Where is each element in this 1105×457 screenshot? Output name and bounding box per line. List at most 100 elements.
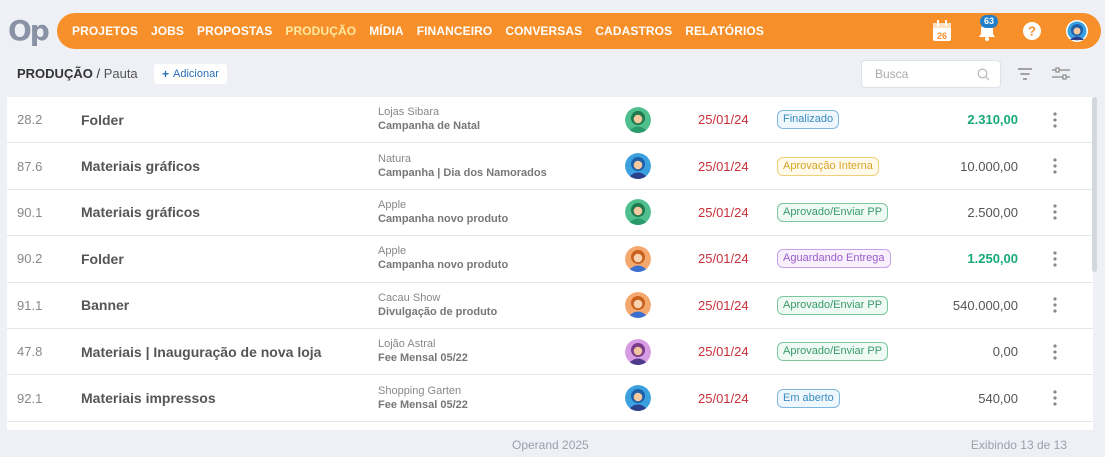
row-date: 25/01/24 — [698, 344, 749, 360]
status-badge[interactable]: Finalizado — [777, 110, 840, 130]
table-row[interactable]: 28.2 Folder Lojas Sibara Campanha de Nat… — [7, 97, 1093, 144]
status-badge[interactable]: Aguardando Entrega — [777, 249, 891, 269]
row-avatar[interactable] — [625, 97, 651, 142]
row-client: Shopping Garten — [378, 384, 462, 397]
row-value: 2.500,00 — [967, 204, 1018, 220]
row-status[interactable]: Aguardando Entrega — [777, 236, 891, 281]
help-icon[interactable]: ? — [1020, 19, 1044, 43]
row-menu-icon[interactable] — [1053, 97, 1057, 142]
row-status[interactable]: Aprovado/Enviar PP — [777, 329, 889, 374]
row-avatar[interactable] — [625, 236, 651, 281]
avatar — [625, 245, 651, 272]
row-client-block: Lojão Astral Fee Mensal 05/22 — [378, 329, 468, 374]
row-menu-icon[interactable] — [1053, 329, 1057, 374]
nav-item-cadastros[interactable]: CADASTROS — [595, 24, 672, 38]
row-campaign: Campanha novo produto — [378, 259, 509, 272]
table-row[interactable]: 87.6 Materiais gráficos Natura Campanha … — [7, 143, 1093, 190]
row-status[interactable]: Aprovado/Enviar PP — [777, 283, 889, 328]
search-box[interactable] — [861, 60, 1001, 88]
row-client-block: Apple Campanha novo produto — [378, 236, 508, 281]
filter-icon[interactable] — [1017, 67, 1033, 86]
nav-item-conversas[interactable]: CONVERSAS — [505, 24, 582, 38]
status-badge[interactable]: Aprovado/Enviar PP — [777, 202, 889, 222]
row-avatar[interactable] — [625, 143, 651, 188]
row-date: 25/01/24 — [698, 297, 749, 313]
nav-item-producao[interactable]: PRODUÇÃO — [285, 24, 356, 38]
table-row[interactable]: 47.8 Materiais | Inauguração de nova loj… — [7, 329, 1093, 376]
row-menu-icon[interactable] — [1053, 143, 1057, 188]
row-value: 0,00 — [992, 344, 1018, 360]
row-code: 92.1 — [17, 390, 43, 406]
breadcrumb-section[interactable]: PRODUÇÃO — [17, 66, 93, 81]
row-title[interactable]: Banner — [81, 283, 129, 328]
notification-bell-icon[interactable]: 63 — [975, 15, 999, 43]
row-title[interactable]: Folder — [81, 97, 124, 142]
table-row[interactable]: 90.1 Materiais gráficos Apple Campanha n… — [7, 190, 1093, 237]
status-badge[interactable]: Aprovado/Enviar PP — [777, 342, 889, 362]
row-title[interactable]: Materiais gráficos — [81, 190, 200, 235]
top-navbar: PROJETOS JOBS PROPOSTAS PRODUÇÃO MÍDIA F… — [57, 13, 1101, 49]
table-row[interactable]: 92.1 Materiais impressos Shopping Garten… — [7, 375, 1093, 422]
status-badge[interactable]: Aprovação Interna — [777, 156, 879, 176]
breadcrumb-separator: / — [92, 66, 104, 81]
search-input[interactable] — [875, 67, 971, 81]
row-campaign: Campanha novo produto — [378, 212, 509, 225]
row-avatar[interactable] — [625, 190, 651, 235]
row-client: Lojão Astral — [378, 338, 436, 351]
row-title[interactable]: Materiais gráficos — [81, 143, 200, 188]
row-status[interactable]: Finalizado — [777, 97, 840, 142]
status-badge[interactable]: Em aberto — [777, 388, 840, 408]
row-status[interactable]: Aprovado/Enviar PP — [777, 190, 889, 235]
sliders-icon[interactable] — [1051, 67, 1071, 86]
main-nav: PROJETOS JOBS PROPOSTAS PRODUÇÃO MÍDIA F… — [57, 24, 777, 38]
row-value: 540,00 — [978, 390, 1018, 406]
row-date: 25/01/24 — [698, 158, 749, 174]
row-menu-icon[interactable] — [1053, 236, 1057, 281]
row-client: Lojas Sibara — [378, 106, 440, 119]
row-title[interactable]: Materiais | Inauguração de nova loja — [81, 329, 321, 374]
row-campaign: Campanha de Natal — [378, 120, 481, 133]
row-avatar[interactable] — [625, 283, 651, 328]
row-menu-icon[interactable] — [1053, 375, 1057, 420]
row-avatar[interactable] — [625, 329, 651, 374]
row-avatar[interactable] — [625, 375, 651, 420]
nav-item-jobs[interactable]: JOBS — [151, 24, 184, 38]
table-row[interactable]: 91.1 Banner Cacau Show Divulgação de pro… — [7, 283, 1093, 329]
footer-count: Exibindo 13 de 13 — [970, 438, 1067, 452]
row-value: 10.000,00 — [960, 158, 1018, 174]
row-menu-icon[interactable] — [1053, 283, 1057, 328]
search-icon[interactable] — [977, 68, 990, 86]
table-row[interactable]: 90.2 Folder Apple Campanha novo produto … — [7, 236, 1093, 283]
nav-item-midia[interactable]: MÍDIA — [369, 24, 404, 38]
user-avatar[interactable] — [1065, 19, 1089, 43]
calendar-icon[interactable]: 26 — [930, 19, 954, 43]
row-campaign: Fee Mensal 05/22 — [378, 352, 468, 365]
row-status[interactable]: Aprovação Interna — [777, 143, 879, 188]
row-title[interactable]: Folder — [81, 236, 124, 281]
row-title[interactable]: Materiais impressos — [81, 375, 216, 420]
avatar — [625, 292, 651, 319]
breadcrumb: PRODUÇÃO / Pauta — [17, 66, 138, 81]
calendar-day: 26 — [937, 31, 947, 41]
avatar — [625, 153, 651, 180]
nav-item-financeiro[interactable]: FINANCEIRO — [417, 24, 493, 38]
status-badge[interactable]: Aprovado/Enviar PP — [777, 295, 889, 315]
row-status[interactable]: Em aberto — [777, 375, 840, 420]
row-date: 25/01/24 — [698, 251, 749, 267]
avatar — [625, 338, 651, 365]
nav-item-relatorios[interactable]: RELATÓRIOS — [685, 24, 764, 38]
nav-item-propostas[interactable]: PROPOSTAS — [197, 24, 272, 38]
table-scrollbar[interactable] — [1092, 97, 1097, 272]
help-glyph: ? — [1028, 24, 1036, 39]
row-client: Natura — [378, 152, 412, 165]
row-campaign: Fee Mensal 05/22 — [378, 398, 468, 411]
row-value: 2.310,00 — [967, 112, 1018, 128]
add-button-label: Adicionar — [173, 68, 219, 80]
row-menu-icon[interactable] — [1053, 190, 1057, 235]
app-logo[interactable]: Op — [8, 14, 50, 47]
nav-item-projetos[interactable]: PROJETOS — [72, 24, 138, 38]
avatar — [625, 385, 651, 412]
production-table: 28.2 Folder Lojas Sibara Campanha de Nat… — [7, 97, 1093, 430]
row-value: 1.250,00 — [967, 251, 1018, 267]
add-button[interactable]: + Adicionar — [154, 64, 227, 84]
